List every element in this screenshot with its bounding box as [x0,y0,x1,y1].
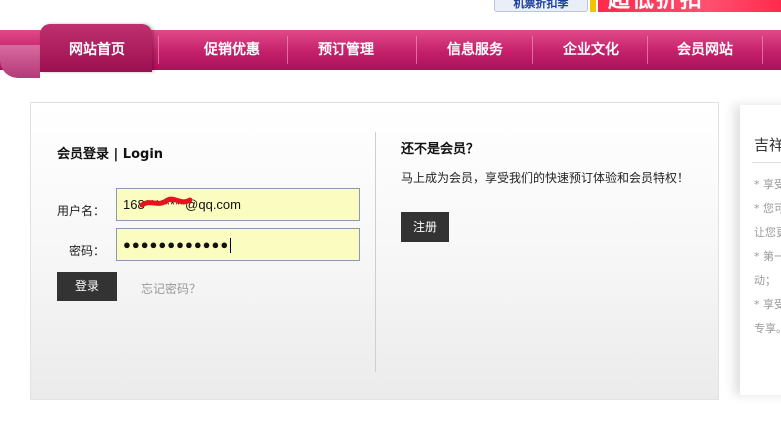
forgot-password-link[interactable]: 忘记密码？ [141,280,201,297]
side-panel-line: * 享受 [754,298,781,311]
promo-divider [590,0,596,12]
side-panel-line: * 第一 [754,250,781,263]
nav-separator [647,36,648,64]
login-button[interactable]: 登录 [57,272,117,301]
nav-separator [416,36,417,64]
nav-item-booking[interactable]: 预订管理 [292,30,400,70]
promo-label[interactable]: 机票折扣季 [494,0,588,12]
side-panel-line: 专享。 [754,322,781,335]
nav-item-member[interactable]: 会员网站 [650,30,760,70]
side-panel-title: 吉祥 [754,136,781,154]
nav-item-promotions[interactable]: 促销优惠 [178,30,286,70]
nav-item-home[interactable]: 网站首页 [42,30,152,70]
register-button[interactable]: 注册 [401,212,449,242]
panel-divider [375,132,376,372]
password-value: ●●●●●●●●●●●● [123,237,230,252]
side-panel-line: 动； [754,274,776,287]
top-banner[interactable]: 机票折扣季 超低折扣 [494,0,781,12]
nav-separator [532,36,533,64]
text-caret [230,238,232,254]
side-panel-line: 让您更 [754,226,781,239]
nav-item-info[interactable]: 信息服务 [420,30,530,70]
redaction-scribble [140,196,192,208]
side-panel-line: * 享受 [754,178,781,191]
username-label: 用户名： [56,204,105,218]
nav-ribbon-curl [0,45,40,78]
promo-big-text[interactable]: 超低折扣 [598,0,781,12]
nav-item-culture[interactable]: 企业文化 [536,30,646,70]
nav-separator [158,36,159,64]
password-field[interactable]: ●●●●●●●●●●●● [116,228,360,261]
register-description: 马上成为会员，享受我们的快速预订体验和会员特权！ [401,171,690,185]
nav-separator [762,36,763,64]
password-label: 密码： [68,244,105,258]
side-panel-line: * 您可 [754,202,781,215]
nav-separator [287,36,288,64]
login-title: 会员登录 | Login [57,147,164,162]
side-panel-divider [752,162,781,163]
register-title: 还不是会员？ [401,142,480,157]
